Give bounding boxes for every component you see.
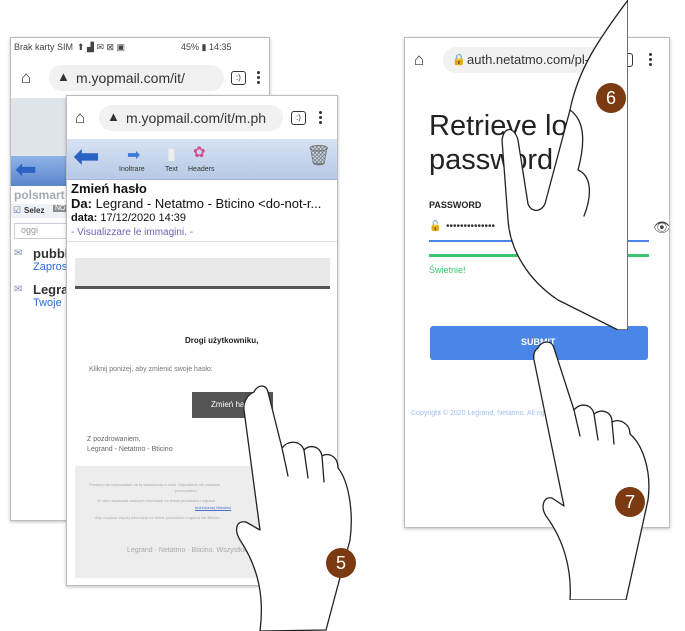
status-bar: Brak karty SIM ⬆ ▟ ✉ ⊠ ▣ 45% ▮ 14:35 xyxy=(11,42,269,56)
pointing-hand-illustration xyxy=(501,0,628,330)
footer-line-1: Prosimy nie odpowiadać na tę wiadomość e… xyxy=(89,482,221,487)
back-arrow-icon[interactable]: ⬅ xyxy=(15,154,37,185)
tab-switcher-icon[interactable]: :) xyxy=(231,71,246,85)
forward-label[interactable]: Inoltrare xyxy=(119,166,145,173)
footer-line-4: Aby uzyskać więcej informacji na temat p… xyxy=(95,515,220,520)
select-label[interactable]: Selez xyxy=(24,206,44,215)
pointing-hand-illustration xyxy=(235,385,352,631)
list-item-sub: Twoje xyxy=(33,297,62,309)
step-badge-6: 6 xyxy=(596,83,626,113)
status-left-text: Brak karty SIM xyxy=(14,42,74,52)
back-arrow-icon[interactable]: ⬅ xyxy=(73,137,100,175)
mail-from: Da: Legrand - Netatmo - Bticino <do-not-… xyxy=(71,196,321,211)
text-label[interactable]: Text xyxy=(165,166,178,173)
mail-toolbar: ⬅ ➡ Inoltrare ▮ Text ✿ Headers 🗑 xyxy=(67,137,337,180)
trash-icon[interactable]: 🗑 xyxy=(306,143,331,168)
menu-icon[interactable] xyxy=(257,71,260,86)
warning-icon: ▲ xyxy=(107,109,120,124)
menu-icon[interactable] xyxy=(319,111,322,126)
from-label: Da: xyxy=(71,196,92,211)
list-item-title: pubbl xyxy=(33,246,69,261)
from-value: Legrand - Netatmo - Bticino <do-not-r... xyxy=(95,196,322,211)
mail-icon: ✉ xyxy=(14,284,23,295)
lock-icon: 🔓 xyxy=(429,221,442,232)
home-icon[interactable]: ⌂ xyxy=(21,68,31,88)
show-images-link[interactable]: - Visualizzare le immagini. - xyxy=(71,227,193,238)
date-label: data: xyxy=(71,212,98,224)
password-strength-text: Świetnie! xyxy=(429,265,466,275)
mail-date: data: 17/12/2020 14:39 xyxy=(71,212,186,224)
mail-icon: ✉ xyxy=(14,248,23,259)
footer-link[interactable]: technicznej Netatmo xyxy=(195,505,231,510)
list-item-sub: Zapros xyxy=(33,261,68,273)
email-header-band xyxy=(75,258,330,289)
footer-line-2: przeczytana xyxy=(175,488,197,493)
email-signoff-2: Legrand - Netatmo - Bticino xyxy=(87,446,173,453)
tab-switcher-icon[interactable]: :) xyxy=(291,111,306,125)
warning-icon: ▲ xyxy=(57,69,70,84)
home-icon[interactable]: ⌂ xyxy=(414,50,424,70)
search-text: oggi xyxy=(21,225,39,235)
step-badge-7: 7 xyxy=(615,487,645,517)
status-icons: ⬆ ▟ ✉ ⊠ ▣ xyxy=(77,42,126,52)
password-label: PASSWORD xyxy=(429,200,482,210)
headers-label[interactable]: Headers xyxy=(188,166,214,173)
menu-icon[interactable] xyxy=(649,53,652,68)
email-instruction: Kliknij poniżej, aby zmienić swoje hasło… xyxy=(89,366,213,373)
address-bar[interactable]: ▲ m.yopmail.com/it/ xyxy=(49,65,224,91)
list-item-title: Legra xyxy=(33,282,69,297)
footer-line-3: W celu uzyskania dalszych informacji na … xyxy=(97,498,216,503)
url-text: m.yopmail.com/it/ xyxy=(76,70,185,86)
headers-icon[interactable]: ✿ xyxy=(193,143,206,161)
address-bar[interactable]: ▲ m.yopmail.com/it/m.ph xyxy=(99,105,283,131)
forward-icon[interactable]: ➡ xyxy=(127,145,140,165)
site-name: polsmart xyxy=(14,188,65,202)
email-signoff-1: Z pozdrowaniem, xyxy=(87,436,141,443)
email-greeting: Drogi użytkowniku, xyxy=(185,336,259,345)
home-icon[interactable]: ⌂ xyxy=(75,108,85,128)
show-password-eye-icon[interactable]: 👁 xyxy=(653,219,669,236)
select-checkbox-icon[interactable]: ☑ xyxy=(13,205,21,216)
pointing-hand-illustration xyxy=(533,341,650,600)
text-doc-icon[interactable]: ▮ xyxy=(167,144,176,164)
status-right-text: 45% ▮ 14:35 xyxy=(181,42,232,52)
url-text: m.yopmail.com/it/m.ph xyxy=(126,110,267,126)
date-value: 17/12/2020 14:39 xyxy=(100,212,186,224)
divider xyxy=(67,241,337,242)
step-badge-5: 5 xyxy=(326,548,356,578)
mail-subject: Zmień hasło xyxy=(71,181,147,196)
lock-icon: 🔒 xyxy=(452,54,466,66)
